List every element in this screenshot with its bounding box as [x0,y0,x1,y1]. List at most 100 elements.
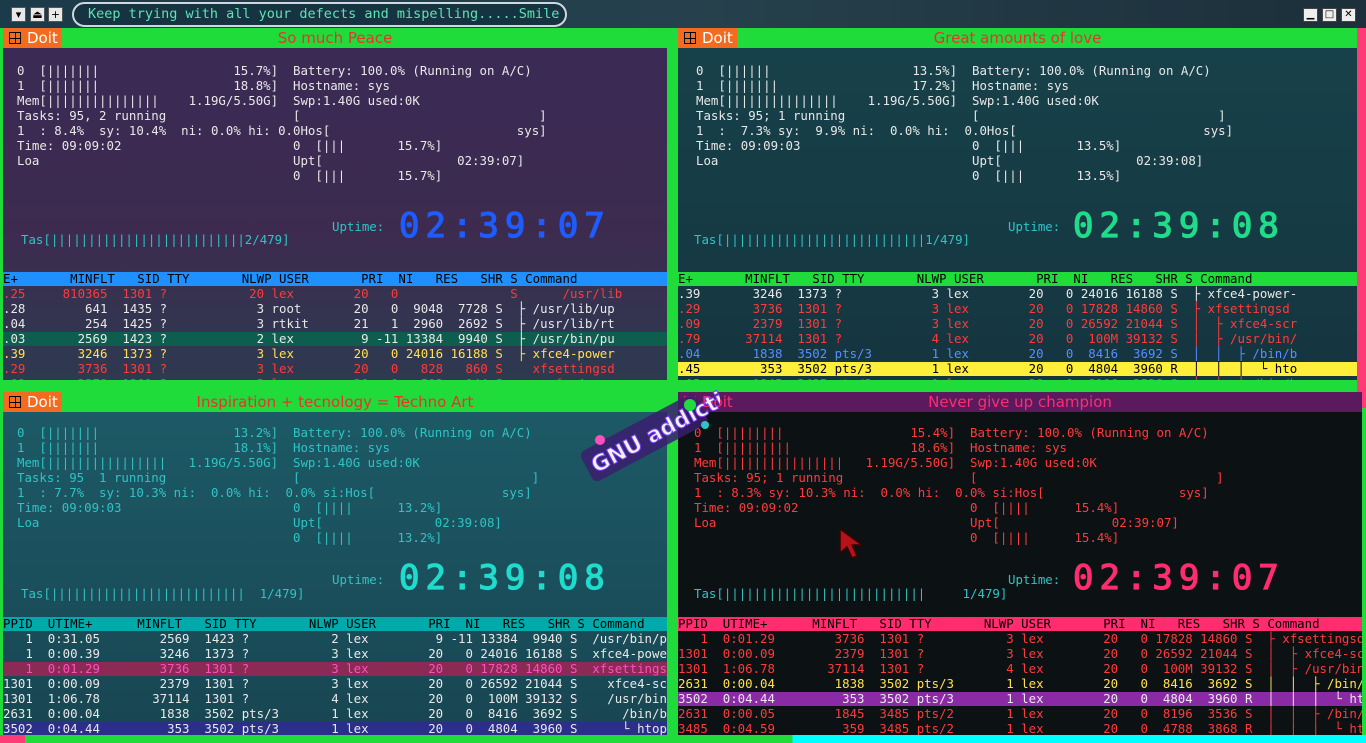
gnu-addiction-logo: GNU addiction [580,380,720,482]
table-row[interactable]: 1 0:31.05 2569 1423 ? 2 lex 9 -11 13384 … [3,632,667,646]
pane-title: So much Peace [277,29,393,47]
meter-line: 0 [|||| 15.4%] [694,530,1120,545]
meter-line: Loa Upt[ 02:39:07] [17,153,525,168]
frame-bottom-border [0,735,1366,743]
table-row[interactable]: .03 2569 1423 ? 2 lex 9 -11 13384 9940 S… [3,332,667,346]
meter-line: Time: 09:09:03 0 [|||| 13.2%] [17,500,443,515]
menu-icon[interactable]: ▾ [11,7,26,22]
meter-line: Time: 09:09:02 0 [|||| 15.4%] [694,500,1120,515]
table-row[interactable]: 2631 0:00.05 1845 3485 pts/2 1 lex 20 0 … [678,707,1362,721]
meter-line: 1 [||||||| 18.1%] Hostname: sys [17,440,390,455]
meter-line: Tasks: 95; 1 running [ ] [694,470,1224,485]
meter-line: Mem[||||||||||||||| 1.19G/5.50G] Swp:1.4… [696,93,1099,108]
tasks-meter: Tas[|||||||||||||||||||||||||| 1/479] [21,586,305,601]
table-row[interactable]: .45 353 3502 pts/3 1 lex 20 0 4804 3960 … [678,362,1357,376]
table-row[interactable]: .04 254 1425 ? 3 rtkit 21 1 2960 2692 S … [3,317,667,331]
pane-titlebar: Doit Inspiration + tecnology = Techno Ar… [3,392,667,412]
uptime-label: Uptime: [332,572,385,587]
meter-line: Tasks: 95 1 running [ ] [17,470,540,485]
table-row[interactable]: 1301 1:06.78 37114 1301 ? 4 lex 20 0 100… [3,692,667,706]
meter-line: 1 : 8.4% sy: 10.4% ni: 0.0% hi: 0.0Hos[ … [17,123,547,138]
meter-line: 1 [||||||| 18.8%] Hostname: sys [17,78,390,93]
table-row[interactable]: .05 1845 3485 pts/2 1 lex 20 0 8196 3536… [678,377,1357,381]
meter-line: 1 : 8.3% sy: 10.3% ni: 0.0% hi: 0.0% si:… [694,485,1209,500]
pane-title: Inspiration + tecnology = Techno Art [196,393,474,411]
pane-title: Great amounts of love [933,29,1102,47]
meter-line: 0 [||| 13.5%] [696,168,1122,183]
meter-line: Loa Upt[ 02:39:07] [694,515,1179,530]
table-row[interactable]: 1 0:01.29 3736 1301 ? 3 lex 20 0 17828 1… [3,662,667,676]
meter-line: Time: 09:09:02 0 [||| 15.7%] [17,138,443,153]
pane-titlebar: Doit So much Peace [3,28,667,48]
table-row[interactable]: 2631 0:00.04 1838 3502 pts/3 1 lex 20 0 … [3,707,667,721]
meter-line: 0 [||||||| 15.7%] Battery: 100.0% (Runni… [17,63,532,78]
meter-line: Mem[|||||||||||||||| 1.19G/5.50G] Swp:1.… [694,455,1097,470]
table-row[interactable]: 1 0:00.39 3246 1373 ? 3 lex 20 0 24016 1… [3,647,667,661]
terminal-pane-top-left[interactable]: Doit So much Peace 0 [||||||| 15.7%] Bat… [3,28,667,380]
table-row[interactable]: .25 810365 1301 ? 20 lex 20 0 S /usr/lib [3,287,667,301]
table-row[interactable]: .29 3736 1301 ? 3 lex 20 0 828 860 S xfs… [3,362,667,376]
uptime-clock: 02:39:08 [1072,206,1285,246]
minimize-icon[interactable]: ▁ [1303,8,1318,22]
meter-line: Tasks: 95, 2 running [ ] [17,108,547,123]
meter-line: Mem[|||||||||||||||| 1.19G/5.50G] Swp:1.… [17,455,420,470]
meter-line: 0 [|||| 13.2%] [17,530,443,545]
meter-line: 0 [|||||||| 15.4%] Battery: 100.0% (Runn… [694,425,1209,440]
uptime-label: Uptime: [1008,219,1061,234]
meter-line: 0 [||| 15.7%] [17,168,443,183]
table-row[interactable]: .79 37114 1301 ? 4 lex 20 0 100M 39132 S… [678,332,1357,346]
table-row[interactable]: .09 2379 1301 ? 3 lex 20 0 26592 21044 S… [678,317,1357,331]
meter-line: 1 : 7.7% sy: 10.3% ni: 0.0% hi: 0.0% si:… [17,485,532,500]
meter-line: 0 [|||||| 13.5%] Battery: 100.0% (Runnin… [696,63,1211,78]
meter-line: Tasks: 95; 1 running [ ] [696,108,1226,123]
meter-line: 1 [||||||| 17.2%] Hostname: sys [696,78,1069,93]
table-row[interactable]: .28 641 1435 ? 3 root 20 0 9048 7728 S ├… [3,302,667,316]
terminal-pane-bottom-left[interactable]: Doit Inspiration + tecnology = Techno Ar… [3,392,667,735]
meter-line: Time: 09:09:03 0 [||| 13.5%] [696,138,1122,153]
meter-line: 0 [||||||| 13.2%] Battery: 100.0% (Runni… [17,425,532,440]
pane-title: Never give up champion [928,393,1112,411]
close-icon[interactable]: ✕ [1341,8,1356,22]
meter-line: Loa Upt[ 02:39:08] [17,515,502,530]
table-row[interactable]: 3485 0:04.59 359 3485 pts/2 1 lex 20 0 4… [678,722,1362,736]
process-table-header[interactable]: PPID UTIME+ MINFLT SID TTY NLWP USER PRI… [678,617,1362,631]
tasks-meter: Tas[||||||||||||||||||||||||||2/479] [21,232,290,247]
mouse-cursor-icon [839,527,865,559]
table-row[interactable]: .39 3246 1373 ? 3 lex 20 0 24016 16188 S… [678,287,1357,301]
table-row[interactable]: 1301 0:00.09 2379 1301 ? 3 lex 20 0 2659… [3,677,667,691]
table-row[interactable]: 3502 0:04.44 353 3502 pts/3 1 lex 20 0 4… [3,722,667,735]
table-row[interactable]: .09 2379 1301 ? 3 lex 20 0 592 044 S xfc… [3,377,667,381]
add-icon[interactable]: + [48,7,63,22]
eject-icon[interactable]: ⏏ [30,7,45,22]
table-row[interactable]: 1 0:01.29 3736 1301 ? 3 lex 20 0 17828 1… [678,632,1362,646]
table-row[interactable]: .29 3736 1301 ? 3 lex 20 0 17828 14860 S… [678,302,1357,316]
process-table-header[interactable]: E+ MINFLT SID TTY NLWP USER PRI NI RES S… [3,272,667,286]
meter-line: 1 : 7.3% sy: 9.9% ni: 0.0% hi: 0.0Hos[ s… [696,123,1234,138]
tasks-meter: Tas[||||||||||||||||||||||||||| 1/479] [694,586,1008,601]
terminal-pane-bottom-right[interactable]: Doit Never give up champion 0 [|||||||| … [678,392,1362,735]
table-row[interactable]: 3502 0:04.44 353 3502 pts/3 1 lex 20 0 4… [678,692,1362,706]
maximize-icon[interactable]: □ [1322,8,1337,22]
meter-line: Loa Upt[ 02:39:08] [696,153,1204,168]
svg-text:GNU addiction: GNU addiction [587,380,720,479]
table-row[interactable]: .04 1838 3502 pts/3 1 lex 20 0 8416 3692… [678,347,1357,361]
terminal-pane-top-right[interactable]: Doit Great amounts of love 0 [|||||| 13.… [678,28,1357,380]
process-table-header[interactable]: E+ MINFLT SID TTY NLWP USER PRI NI RES S… [678,272,1357,286]
table-row[interactable]: .39 3246 1373 ? 3 lex 20 0 24016 16188 S… [3,347,667,361]
uptime-clock: 02:39:07 [398,206,611,246]
window-topbar: ▾ ⏏ + Keep trying with all your defects … [0,0,1366,30]
pane-titlebar: Doit Never give up champion [678,392,1362,412]
uptime-clock: 02:39:07 [1072,558,1285,598]
uptime-label: Uptime: [1008,572,1061,587]
table-row[interactable]: 1301 0:00.09 2379 1301 ? 3 lex 20 0 2659… [678,647,1362,661]
uptime-clock: 02:39:08 [398,558,611,598]
frame-right-border [1357,28,1366,408]
pane-titlebar: Doit Great amounts of love [678,28,1357,48]
table-row[interactable]: 1301 1:06.78 37114 1301 ? 4 lex 20 0 100… [678,662,1362,676]
table-row[interactable]: 2631 0:00.04 1838 3502 pts/3 1 lex 20 0 … [678,677,1362,691]
uptime-label: Uptime: [332,219,385,234]
process-table-header[interactable]: PPID UTIME+ MINFLT SID TTY NLWP USER PRI… [3,617,667,631]
tasks-meter: Tas[|||||||||||||||||||||||||||1/479] [694,232,971,247]
status-message: Keep trying with all your defects and mi… [72,2,567,27]
meter-line: 1 [||||||||| 18.6%] Hostname: sys [694,440,1067,455]
